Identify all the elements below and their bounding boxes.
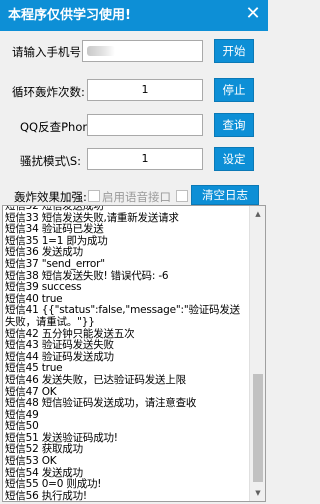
title-bar: 本程序仅供学习使用! ✕ xyxy=(0,0,268,31)
scroll-up-icon[interactable]: ▲ xyxy=(250,206,265,222)
settings-button[interactable]: 设定 xyxy=(214,147,254,171)
scroll-thumb[interactable] xyxy=(253,374,263,482)
log-line: 短信41 {{"status":false,"message":"验证码发送失败… xyxy=(5,304,240,328)
phone-label: 请输入手机号 xyxy=(12,45,81,59)
voice-label: 启用语音接口 xyxy=(102,190,171,204)
stop-button[interactable]: 停止 xyxy=(214,78,254,102)
log-line: 短信37 "send_error" xyxy=(5,257,105,270)
log-line: 短信53 OK xyxy=(5,455,57,468)
log-content: 短信32 短信发送成功 短信33 短信发送失败,请重新发送请求 短信34 验证码已发… xyxy=(5,206,248,502)
main-panel: 请输入手机号 开始 循环轰炸次数: 1 停止 QQ反查Phone: 查询 骚扰模… xyxy=(0,31,268,504)
voice-checkbox-right[interactable] xyxy=(176,190,188,202)
log-line: 短信56 执行成功! xyxy=(5,489,87,502)
interval-input[interactable]: 1 xyxy=(87,148,203,170)
effect-label: 轰炸效果加强: xyxy=(14,190,87,204)
interval-label: 骚扰模式\S: xyxy=(20,154,82,168)
log-line: 短信46 发送失败，已达验证码发送上限 xyxy=(5,373,186,386)
phone-input[interactable] xyxy=(82,40,203,62)
window-title: 本程序仅供学习使用! xyxy=(8,8,131,23)
qq-input[interactable] xyxy=(87,114,203,136)
loop-count-input[interactable]: 1 xyxy=(87,79,203,101)
close-icon[interactable]: ✕ xyxy=(240,2,266,26)
log-textarea[interactable]: 短信32 短信发送成功 短信33 短信发送失败,请重新发送请求 短信34 验证码已发… xyxy=(2,205,266,502)
log-line: 短信49 xyxy=(5,408,39,421)
loop-count-label: 循环轰炸次数: xyxy=(12,85,85,99)
log-line: 短信43 验证码发送失败 xyxy=(5,339,114,352)
clear-log-button[interactable]: 清空日志 xyxy=(191,185,259,205)
voice-checkbox-left[interactable] xyxy=(88,190,100,202)
scroll-down-icon[interactable]: ▼ xyxy=(250,485,265,501)
log-line: 短信39 success xyxy=(5,281,82,294)
start-button[interactable]: 开始 xyxy=(214,39,254,63)
log-scrollbar[interactable]: ▲ ▼ xyxy=(249,206,265,501)
redacted-phone-mask xyxy=(87,46,115,56)
query-button[interactable]: 查询 xyxy=(214,113,254,137)
log-line: 短信48 短信验证码发送成功，请注意查收 xyxy=(5,397,197,410)
